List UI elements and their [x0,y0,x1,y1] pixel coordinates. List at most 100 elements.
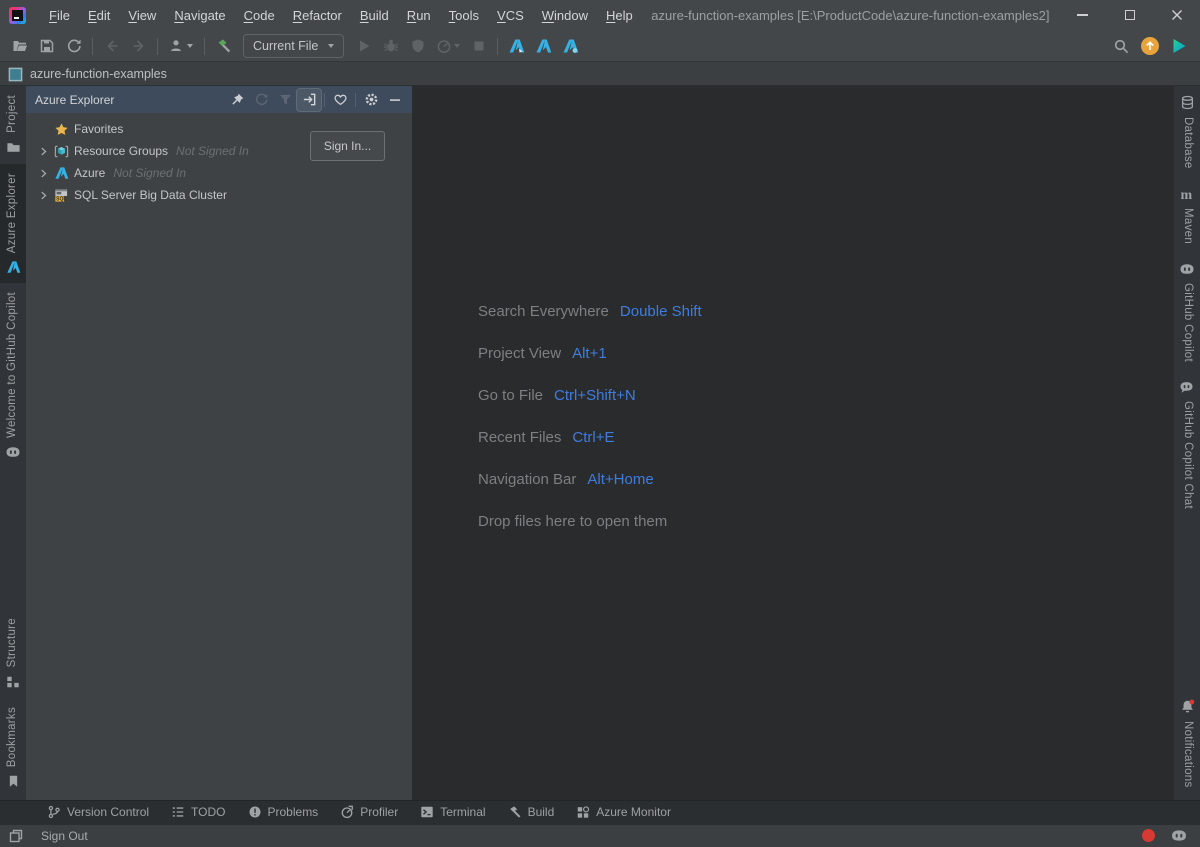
menu-tools[interactable]: Tools [440,2,488,29]
folder-icon [6,140,21,155]
menu-vcs[interactable]: VCS [488,2,533,29]
sidebar-item-github-copilot-chat[interactable]: GitHub Copilot Chat [1174,371,1200,518]
toolwindow-version-control[interactable]: Version Control [36,800,160,824]
save-icon [39,38,55,54]
favorites-button[interactable] [328,89,352,111]
toolwindow-profiler[interactable]: Profiler [329,800,409,824]
menu-edit[interactable]: Edit [79,2,119,29]
breadcrumb-project[interactable]: azure-function-examples [30,67,167,81]
azure-explorer-panel: Azure Explorer [26,86,412,800]
sidebar-item-maven[interactable]: m Maven [1174,178,1200,253]
search-everywhere-button[interactable] [1108,33,1135,59]
star-icon [54,122,69,137]
settings-button[interactable] [359,89,383,111]
shortcut-row: Recent Files Ctrl+E [478,416,702,458]
menu-help[interactable]: Help [597,2,642,29]
minimize-button[interactable] [1059,0,1106,30]
sidebar-item-azure-explorer[interactable]: Azure Explorer [0,164,26,283]
sidebar-item-project[interactable]: Project [0,86,26,164]
toolwindow-azure-monitor[interactable]: Azure Monitor [565,800,682,824]
intellij-logo-icon [9,7,26,24]
open-button[interactable] [6,33,33,59]
tool-window-layout-button[interactable] [8,828,24,844]
sidebar-item-database[interactable]: Database [1174,86,1200,178]
menu-file[interactable]: File [40,2,79,29]
toolwindow-build[interactable]: Build [497,800,566,824]
expand-chevron-icon[interactable] [35,168,51,179]
refresh-button[interactable] [249,89,273,111]
expand-chevron-icon[interactable] [35,146,51,157]
azure-explorer-button[interactable] [530,33,557,59]
profiler-button[interactable] [431,33,465,59]
azure-deploy-button[interactable] [503,33,530,59]
sign-in-icon [302,92,317,107]
status-sign-out[interactable]: Sign Out [41,829,88,843]
toolbar-separator [204,38,205,55]
update-available-button[interactable] [1141,37,1159,55]
sidebar-item-notifications[interactable]: Notifications [1174,690,1200,800]
azure-settings-button[interactable] [557,33,584,59]
menu-code[interactable]: Code [235,2,284,29]
sidebar-item-label: Welcome to GitHub Copilot [7,292,19,438]
sidebar-item-github-copilot[interactable]: GitHub Copilot [1174,253,1200,371]
menu-window[interactable]: Window [533,2,597,29]
shortcut-keys[interactable]: Alt+1 [572,345,607,362]
toolwindow-todo[interactable]: TODO [160,800,236,824]
save-button[interactable] [33,33,60,59]
right-tool-stripe: Database m Maven GitHub Copilot GitHub C… [1174,86,1200,800]
sign-in-action-button[interactable] [297,89,321,111]
tree-row-azure[interactable]: Azure Not Signed In [26,162,412,184]
chevron-down-icon [187,44,193,48]
shortcut-label: Search Everywhere [478,303,609,320]
expand-chevron-icon[interactable] [35,190,51,201]
code-with-me-button[interactable] [1165,33,1192,59]
toolbar-right-group [1108,33,1192,59]
stop-button[interactable] [465,33,492,59]
build-project-button[interactable] [210,33,237,59]
github-copilot-chat-icon [1179,380,1195,394]
coverage-shield-icon [410,38,426,54]
menu-refactor[interactable]: Refactor [284,2,351,29]
shortcut-label: Project View [478,345,561,362]
drop-files-hint: Drop files here to open them [478,513,667,530]
close-button[interactable] [1153,0,1200,30]
pin-icon [230,92,245,107]
pin-button[interactable] [225,89,249,111]
maximize-button[interactable] [1106,0,1153,30]
menu-build[interactable]: Build [351,2,398,29]
shortcut-keys[interactable]: Alt+Home [587,471,653,488]
menu-navigate[interactable]: Navigate [165,2,234,29]
shortcut-keys[interactable]: Ctrl+E [572,429,614,446]
tree-row-sql-server-big-data-cluster[interactable]: SQL SQL Server Big Data Cluster [26,184,412,206]
run-button[interactable] [350,33,377,59]
open-folder-icon [12,38,28,54]
toolwindow-label: Version Control [67,805,149,819]
forward-arrow-icon [131,38,147,54]
shortcut-keys[interactable]: Double Shift [620,303,702,320]
menu-view[interactable]: View [119,2,165,29]
hide-tool-window-button[interactable] [383,89,407,111]
sidebar-item-bookmarks[interactable]: Bookmarks [0,698,26,800]
sidebar-item-structure[interactable]: Structure [0,609,26,697]
forward-button[interactable] [125,33,152,59]
profile-button[interactable] [163,33,199,59]
maven-icon: m [1179,187,1195,201]
toolwindow-terminal[interactable]: Terminal [409,800,496,824]
toolwindow-problems[interactable]: Problems [237,800,330,824]
shortcut-keys[interactable]: Ctrl+Shift+N [554,387,636,404]
debug-button[interactable] [377,33,404,59]
filter-button[interactable] [273,89,297,111]
sign-in-button[interactable]: Sign In... [310,131,385,161]
tool-window-title: Azure Explorer [35,93,114,107]
search-icon [1113,38,1130,55]
run-configuration-dropdown[interactable]: Current File [243,34,344,58]
sync-button[interactable] [60,33,87,59]
coverage-button[interactable] [404,33,431,59]
database-icon [1180,95,1195,110]
minimize-icon [389,94,401,106]
sidebar-item-label: Notifications [1181,721,1193,788]
menu-run[interactable]: Run [398,2,440,29]
github-copilot-status-icon[interactable] [1170,828,1188,843]
sidebar-item-welcome-copilot[interactable]: Welcome to GitHub Copilot [0,283,26,468]
back-button[interactable] [98,33,125,59]
